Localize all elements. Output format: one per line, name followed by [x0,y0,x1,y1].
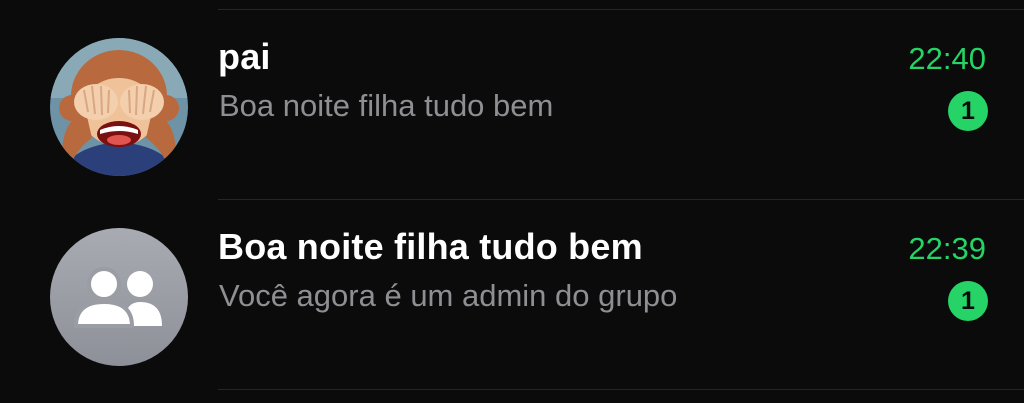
chat-name: Boa noite filha tudo bem [218,226,643,267]
chat-list: pai Boa noite filha tudo bem 22:40 1 Boa… [0,0,1024,403]
chat-row-group[interactable]: Boa noite filha tudo bem Você agora é um… [0,200,1024,390]
contact-avatar[interactable] [50,38,188,176]
unread-count-badge: 1 [948,281,988,321]
chat-timestamp: 22:40 [908,41,986,76]
unread-count-badge: 1 [948,91,988,131]
group-avatar[interactable] [50,228,188,366]
chat-timestamp: 22:39 [908,231,986,266]
chat-last-message: Boa noite filha tudo bem [219,88,554,123]
chat-name: pai [218,36,271,77]
row-divider [218,389,1024,390]
group-icon [50,228,188,366]
chat-row-pai[interactable]: pai Boa noite filha tudo bem 22:40 1 [0,10,1024,200]
see-no-evil-monkey-icon [50,38,188,176]
chat-last-message: Você agora é um admin do grupo [219,278,678,313]
